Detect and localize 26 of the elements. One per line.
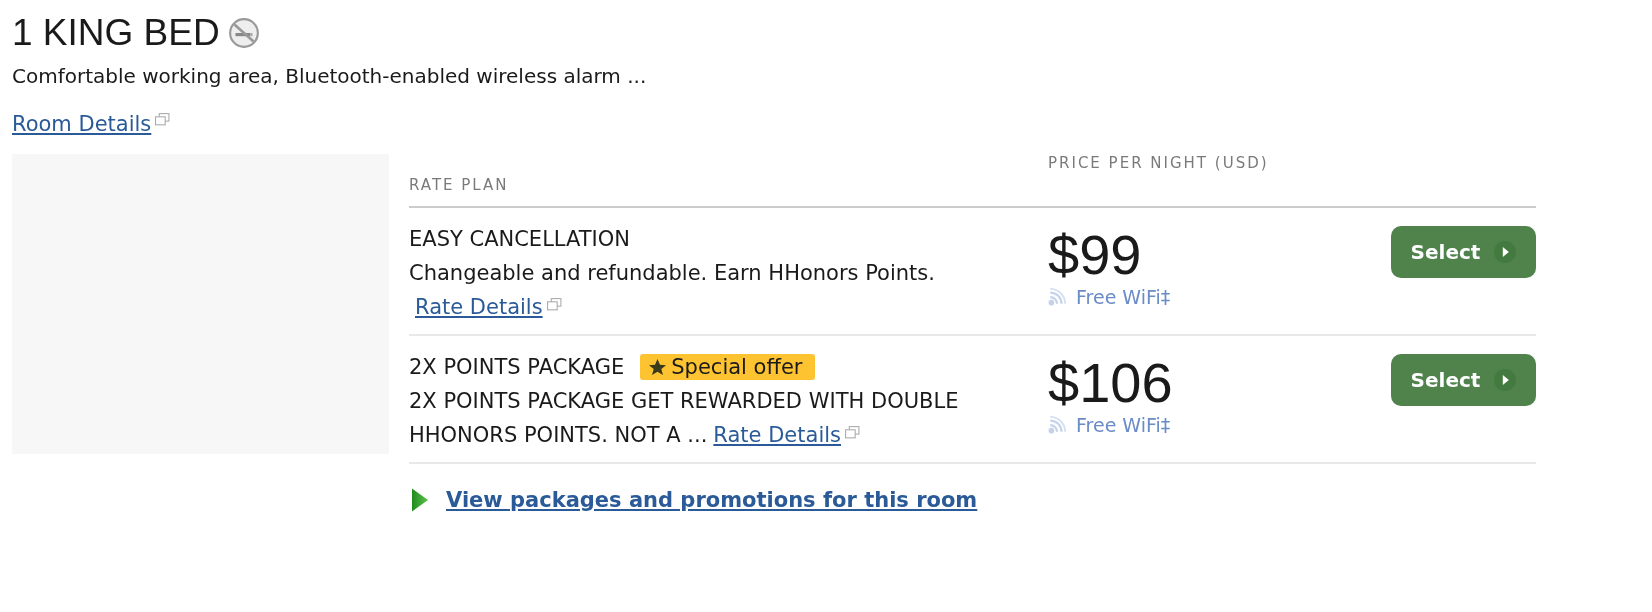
rate-details-link[interactable]: Rate Details bbox=[713, 418, 841, 452]
column-header: RATE PLAN bbox=[409, 176, 510, 196]
new-window-icon bbox=[155, 113, 171, 126]
rate-plan-name: 2X POINTS PACKAGE bbox=[409, 354, 625, 381]
rate-description: Changeable and refundable. Earn HHonors Points. Rate Details bbox=[409, 256, 1029, 324]
amenity-label: Free WiFi‡ bbox=[1076, 414, 1171, 436]
wifi-icon bbox=[1048, 288, 1066, 306]
new-window-icon bbox=[546, 298, 562, 311]
rate-description: 2X POINTS PACKAGE GET REWARDED WITH DOUBLE HHONORS POINTS. NOT A ... Rate Details bbox=[409, 384, 1029, 452]
room-details-link[interactable]: Room Details bbox=[12, 110, 152, 138]
select-button[interactable]: Select bbox=[1391, 354, 1536, 406]
star-icon bbox=[648, 357, 668, 377]
badge-label: Special offer bbox=[671, 354, 803, 380]
rate-plan-name: EASY CANCELLATION bbox=[409, 226, 630, 253]
price: $99 bbox=[1048, 224, 1143, 286]
packages-link[interactable]: View packages and promotions for this room bbox=[446, 486, 978, 514]
wifi-icon bbox=[1048, 416, 1066, 434]
column-header: PRICE PER NIGHT (USD) bbox=[1048, 154, 1269, 174]
price: $106 bbox=[1048, 352, 1174, 414]
room-description: Comfortable working area, Bluetooth-enabled wireless alarm ... bbox=[12, 63, 648, 90]
room-title: 1 KING BED bbox=[12, 12, 220, 54]
play-arrow-icon bbox=[412, 488, 428, 512]
select-button[interactable]: Select bbox=[1391, 226, 1536, 278]
rate-details-link[interactable]: Rate Details bbox=[415, 290, 543, 324]
amenity-label: Free WiFi‡ bbox=[1076, 286, 1171, 308]
new-window-icon bbox=[845, 426, 860, 439]
